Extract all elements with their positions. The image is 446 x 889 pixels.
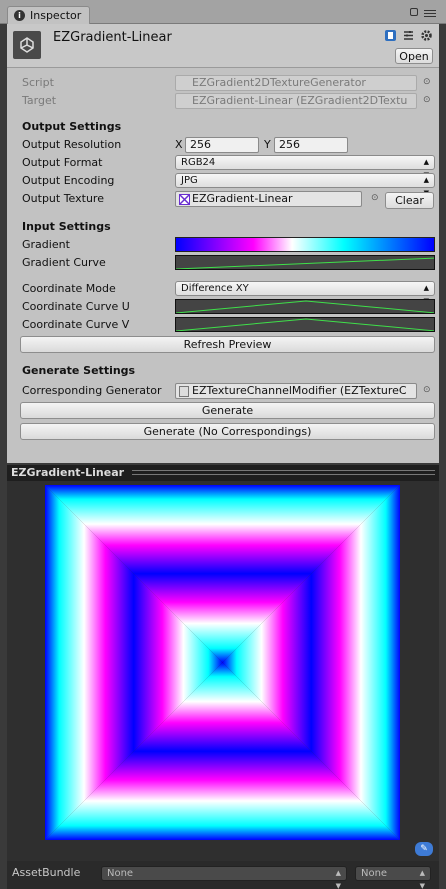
input-settings-heading: Input Settings [22,220,111,233]
corresponding-generator-value: EZTextureChannelModifier (EZTextureC [192,384,407,397]
settings-icon[interactable] [402,29,415,42]
asset-bundle-label: AssetBundle [12,866,81,879]
object-picker-icon: ⊙ [423,77,431,87]
gradient-curve-field[interactable] [175,255,435,270]
chevron-down-icon: ▲▼ [335,869,341,889]
object-picker-icon: ⊙ [423,95,431,105]
unity-logo-icon [13,31,41,59]
gradient-field[interactable] [175,237,435,252]
tag-icon[interactable]: ✎ [415,842,433,856]
y-label: Y [264,138,271,151]
header-icons [384,29,433,42]
inspector-body: Script EZGradient2DTextureGenerator ⊙ Ta… [7,68,439,463]
script-field: EZGradient2DTextureGenerator [175,75,417,91]
script-label: Script [22,76,54,89]
object-picker-icon[interactable]: ⊙ [423,385,431,395]
output-encoding-dropdown[interactable]: JPG ▲▼ [175,173,435,197]
tab-inspector[interactable]: i Inspector [7,6,90,25]
target-label: Target [22,94,57,107]
coordinate-curve-u-label: Coordinate Curve U [22,300,130,313]
corresponding-generator-field[interactable]: EZTextureChannelModifier (EZTextureC [175,383,417,399]
output-encoding-label: Output Encoding [22,174,115,187]
output-format-label: Output Format [22,156,103,169]
asset-bundle-value: None [107,868,134,879]
output-texture-value: EZGradient-Linear [192,192,293,205]
coordinate-mode-label: Coordinate Mode [22,282,116,295]
gradient-label: Gradient [22,238,70,251]
preview-title-bar[interactable]: EZGradient-Linear [7,465,439,481]
script-value: EZGradient2DTextureGenerator [192,76,366,89]
script-file-icon [179,386,189,397]
coordinate-curve-v-label: Coordinate Curve V [22,318,130,331]
output-encoding-value: JPG [181,175,198,186]
preview-title: EZGradient-Linear [11,466,125,479]
coordinate-curve-v-field[interactable] [175,317,435,332]
book-icon[interactable] [384,29,397,42]
generate-button[interactable]: Generate [20,402,435,419]
coordinate-mode-value: Difference XY [181,283,249,294]
drag-handle[interactable] [132,470,435,475]
inspector-header: EZGradient-Linear Open [7,24,439,68]
output-settings-heading: Output Settings [22,120,122,133]
resolution-y-input[interactable]: 256 [274,137,348,153]
target-value: EZGradient-Linear (EZGradient2DTextu [192,94,408,107]
coordinate-curve-u-field[interactable] [175,299,435,314]
coordinate-mode-dropdown[interactable]: Difference XY ▲▼ [175,281,435,305]
tab-label: Inspector [30,9,82,22]
preview-panel: ✎ [7,481,439,861]
generate-settings-heading: Generate Settings [22,364,136,377]
refresh-preview-button[interactable]: Refresh Preview [20,336,435,353]
output-format-dropdown[interactable]: RGB24 ▲▼ [175,155,435,179]
corresponding-generator-label: Corresponding Generator [22,384,162,397]
asset-bundle-variant-value: None [361,868,388,879]
asset-bundle-dropdown[interactable]: None ▲ ▼ [101,866,347,889]
output-texture-label: Output Texture [22,192,104,205]
chevron-down-icon: ▲▼ [419,869,425,889]
texture-preview-image [45,485,400,840]
output-format-value: RGB24 [181,157,216,168]
tab-bar: i Inspector [0,0,446,25]
asset-bundle-variant-dropdown[interactable]: None ▲ ▼ [355,866,431,889]
generate-no-correspondings-button[interactable]: Generate (No Correspondings) [20,423,435,440]
output-resolution-label: Output Resolution [22,138,122,151]
object-picker-icon[interactable]: ⊙ [371,193,379,203]
target-field: EZGradient-Linear (EZGradient2DTextu [175,93,417,109]
gear-icon[interactable] [420,29,433,42]
menu-icon[interactable] [414,6,440,20]
clear-button[interactable]: Clear [385,192,434,209]
texture-icon [179,194,190,205]
asset-bundle-bar: AssetBundle None ▲ ▼ None ▲ ▼ [7,861,439,889]
info-icon: i [14,10,25,21]
open-button[interactable]: Open [395,48,433,64]
gradient-curve-label: Gradient Curve [22,256,106,269]
output-texture-field[interactable]: EZGradient-Linear [175,191,362,207]
resolution-x-input[interactable]: 256 [185,137,259,153]
object-title: EZGradient-Linear [53,30,172,45]
x-label: X [175,138,183,151]
